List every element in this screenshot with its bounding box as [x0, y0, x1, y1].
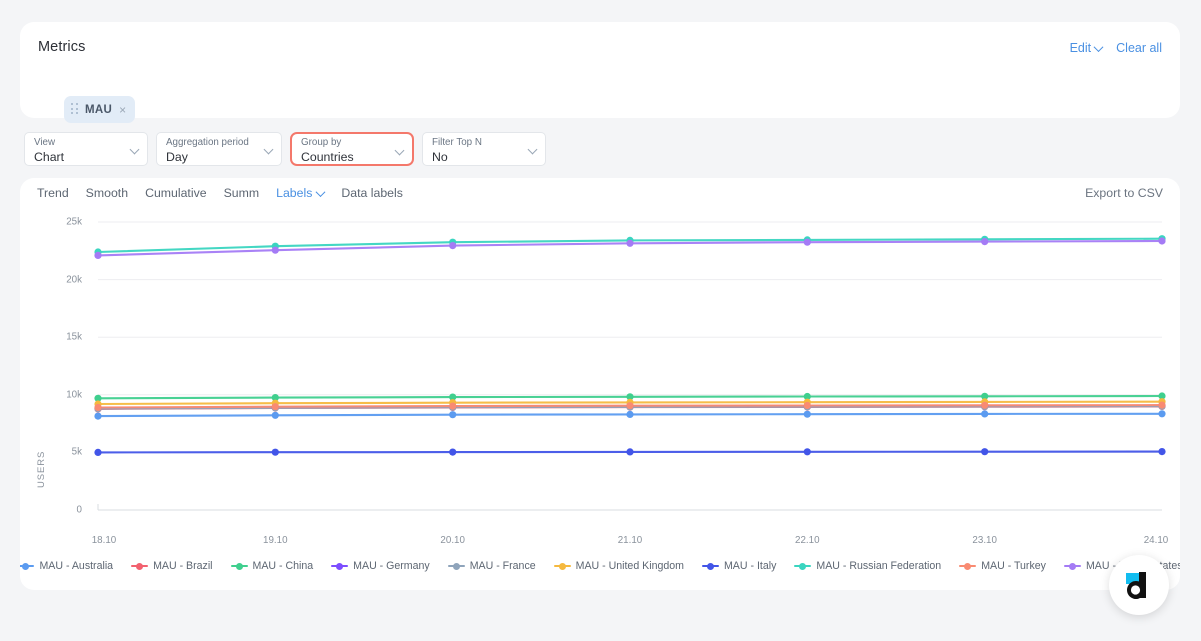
- legend-item-label: MAU - United Kingdom: [575, 560, 684, 572]
- legend-item[interactable]: MAU - Italy: [701, 560, 777, 572]
- metrics-actions: Edit Clear all: [1070, 41, 1162, 55]
- y-axis-tick-label: 20k: [66, 274, 82, 286]
- legend-color-swatch-icon: [1063, 562, 1081, 571]
- legend-item-label: MAU - France: [469, 560, 536, 572]
- legend-color-swatch-icon: [794, 562, 812, 571]
- chevron-down-icon: [315, 186, 326, 197]
- chevron-down-icon: [1093, 41, 1104, 52]
- legend-item-label: MAU - Turkey: [981, 560, 1046, 572]
- edit-button[interactable]: Edit: [1069, 41, 1104, 55]
- y-axis-tick-label: 5k: [71, 446, 82, 458]
- legend-color-swatch-icon: [230, 562, 248, 571]
- tab-smooth[interactable]: Smooth: [86, 186, 128, 200]
- line-chart-svg: [94, 221, 1166, 511]
- chart-card: Trend Smooth Cumulative Summ Labels Data…: [20, 178, 1180, 590]
- legend-color-swatch-icon: [959, 562, 977, 571]
- filter-bar: View Chart Aggregation period Day Group …: [24, 132, 546, 166]
- chevron-down-icon: [129, 144, 140, 155]
- select-group-by[interactable]: Group by Countries: [290, 132, 414, 166]
- close-icon[interactable]: ×: [119, 104, 126, 116]
- chevron-down-icon: [527, 144, 538, 155]
- select-view[interactable]: View Chart: [24, 132, 148, 166]
- select-aggregation-period[interactable]: Aggregation period Day: [156, 132, 282, 166]
- legend-item[interactable]: MAU - Australia: [20, 560, 113, 572]
- chart-plot-area: USERS 0 5k 10k 15k 20k 25k 18.10 19.10 20.10 21.…: [20, 210, 1180, 550]
- edit-label: Edit: [1069, 41, 1092, 55]
- legend-item[interactable]: MAU - Brazil: [131, 560, 213, 572]
- drag-handle-icon[interactable]: [71, 103, 78, 116]
- chevron-down-icon: [394, 145, 405, 156]
- legend-color-swatch-icon: [447, 562, 465, 571]
- select-filter-top-n-value: No: [432, 150, 448, 164]
- legend-item[interactable]: MAU - Germany: [331, 560, 430, 572]
- legend-color-swatch-icon: [131, 562, 149, 571]
- legend-color-swatch-icon: [331, 562, 349, 571]
- select-group-by-label: Group by: [301, 137, 342, 148]
- legend-item-label: MAU - China: [252, 560, 314, 572]
- legend-item[interactable]: MAU - China: [230, 560, 314, 572]
- legend-item[interactable]: MAU - Turkey: [959, 560, 1046, 572]
- y-axis-tick-label: 25k: [66, 216, 82, 228]
- labels-dropdown[interactable]: Labels: [276, 186, 326, 200]
- page-title: Metrics: [38, 39, 86, 55]
- chat-widget-button[interactable]: [1109, 555, 1169, 615]
- legend-item-label: MAU - Germany: [353, 560, 430, 572]
- page-root: Metrics Edit Clear all MAU × View Chart …: [0, 0, 1201, 641]
- legend-item-label: MAU - Russian Federation: [816, 560, 942, 572]
- select-aggregation-period-label: Aggregation period: [166, 137, 249, 148]
- tab-data-labels[interactable]: Data labels: [341, 186, 403, 200]
- metric-chip-label: MAU: [85, 103, 113, 116]
- legend-item-label: MAU - Italy: [723, 560, 777, 572]
- legend-item-label: MAU - Australia: [39, 560, 114, 572]
- tab-summ[interactable]: Summ: [224, 186, 260, 200]
- select-filter-top-n[interactable]: Filter Top N No: [422, 132, 546, 166]
- chevron-down-icon: [263, 144, 274, 155]
- legend-item[interactable]: MAU - Russian Federation: [794, 560, 941, 572]
- select-view-value: Chart: [34, 150, 65, 164]
- labels-dropdown-label: Labels: [276, 186, 313, 200]
- legend-color-swatch-icon: [553, 562, 571, 571]
- y-axis-tick-label: 15k: [66, 331, 82, 343]
- legend-item[interactable]: MAU - France: [447, 560, 536, 572]
- x-axis-tick-label: 21.10: [617, 535, 643, 546]
- tab-cumulative[interactable]: Cumulative: [145, 186, 207, 200]
- legend-color-swatch-icon: [701, 562, 719, 571]
- x-axis-tick-label: 22.10: [795, 535, 820, 546]
- x-axis-tick-label: 19.10: [263, 535, 288, 546]
- brand-d-logo-icon: [1126, 572, 1146, 599]
- x-axis-tick-label: 18.10: [91, 535, 117, 546]
- select-filter-top-n-label: Filter Top N: [432, 137, 482, 148]
- x-axis-tick-label: 24.10: [1143, 535, 1169, 546]
- x-axis-tick-label: 23.10: [972, 535, 997, 546]
- y-axis-tick-label: 10k: [66, 389, 82, 401]
- tab-trend[interactable]: Trend: [37, 186, 69, 200]
- select-view-label: View: [34, 137, 56, 148]
- legend-item-label: MAU - Brazil: [153, 560, 213, 572]
- metric-chip-mau[interactable]: MAU ×: [64, 96, 136, 123]
- legend-item[interactable]: MAU - United Kingdom: [553, 560, 684, 572]
- y-axis-tick-label: 0: [76, 504, 82, 516]
- chart-legend: MAU - Australia MAU - Brazil MAU - China…: [20, 560, 1180, 572]
- select-aggregation-period-value: Day: [166, 150, 188, 164]
- metrics-card: Metrics Edit Clear all MAU ×: [20, 22, 1180, 123]
- x-axis-tick-label: 20.10: [440, 535, 465, 546]
- export-to-csv-button[interactable]: Export to CSV: [1085, 186, 1163, 200]
- legend-color-swatch-icon: [20, 562, 35, 571]
- x-axis-ticks: 18.10 19.10 20.10 21.10 22.10 23.10 24.10: [20, 535, 1180, 551]
- select-group-by-value: Countries: [301, 150, 354, 164]
- chart-toolbar: Trend Smooth Cumulative Summ Labels Data…: [37, 186, 1163, 200]
- clear-all-button[interactable]: Clear all: [1116, 41, 1162, 55]
